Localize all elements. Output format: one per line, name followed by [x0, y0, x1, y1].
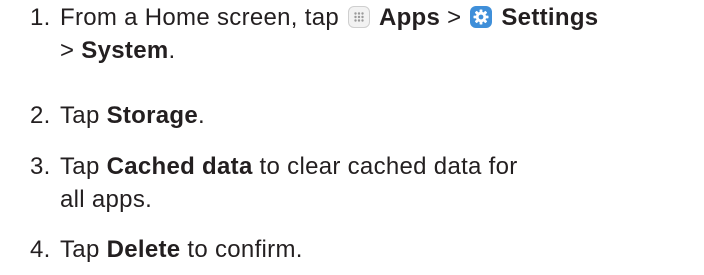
delete-label: Delete [106, 236, 181, 263]
step-1: 1. From a Home screen, tap Apps > Setting… [30, 1, 598, 67]
settings-label: Settings [501, 4, 599, 31]
instruction-steps: 1. From a Home screen, tap Apps > Setting… [0, 0, 704, 275]
apps-label: Apps [378, 4, 441, 31]
system-label: System [81, 37, 169, 64]
step-text: Tap [60, 236, 107, 263]
step-text: to confirm. [180, 236, 303, 263]
period: . [168, 37, 176, 64]
step-number: 3. [30, 153, 51, 180]
step-continuation: all apps. [60, 186, 153, 213]
step-2: 2. Tap Storage. [30, 99, 205, 132]
step-text: Tap [60, 102, 107, 129]
cached-data-label: Cached data [106, 153, 253, 180]
step-continuation: > System. [30, 34, 598, 67]
step-number: 2. [30, 102, 51, 129]
step-text: From a Home screen, tap [60, 4, 346, 31]
storage-label: Storage [106, 102, 199, 129]
settings-gear-icon [470, 6, 493, 28]
apps-grid-icon [347, 6, 370, 28]
separator: > [60, 37, 82, 64]
separator: > [440, 4, 469, 31]
step-text: to clear cached data for [252, 153, 518, 180]
step-4: 4. Tap Delete to confirm. [30, 233, 303, 266]
step-number: 4. [30, 236, 51, 263]
step-number: 1. [30, 4, 51, 31]
period: . [198, 102, 206, 129]
step-text: Tap [60, 153, 107, 180]
step-3: 3. Tap Cached data to clear cached data f… [30, 150, 518, 216]
